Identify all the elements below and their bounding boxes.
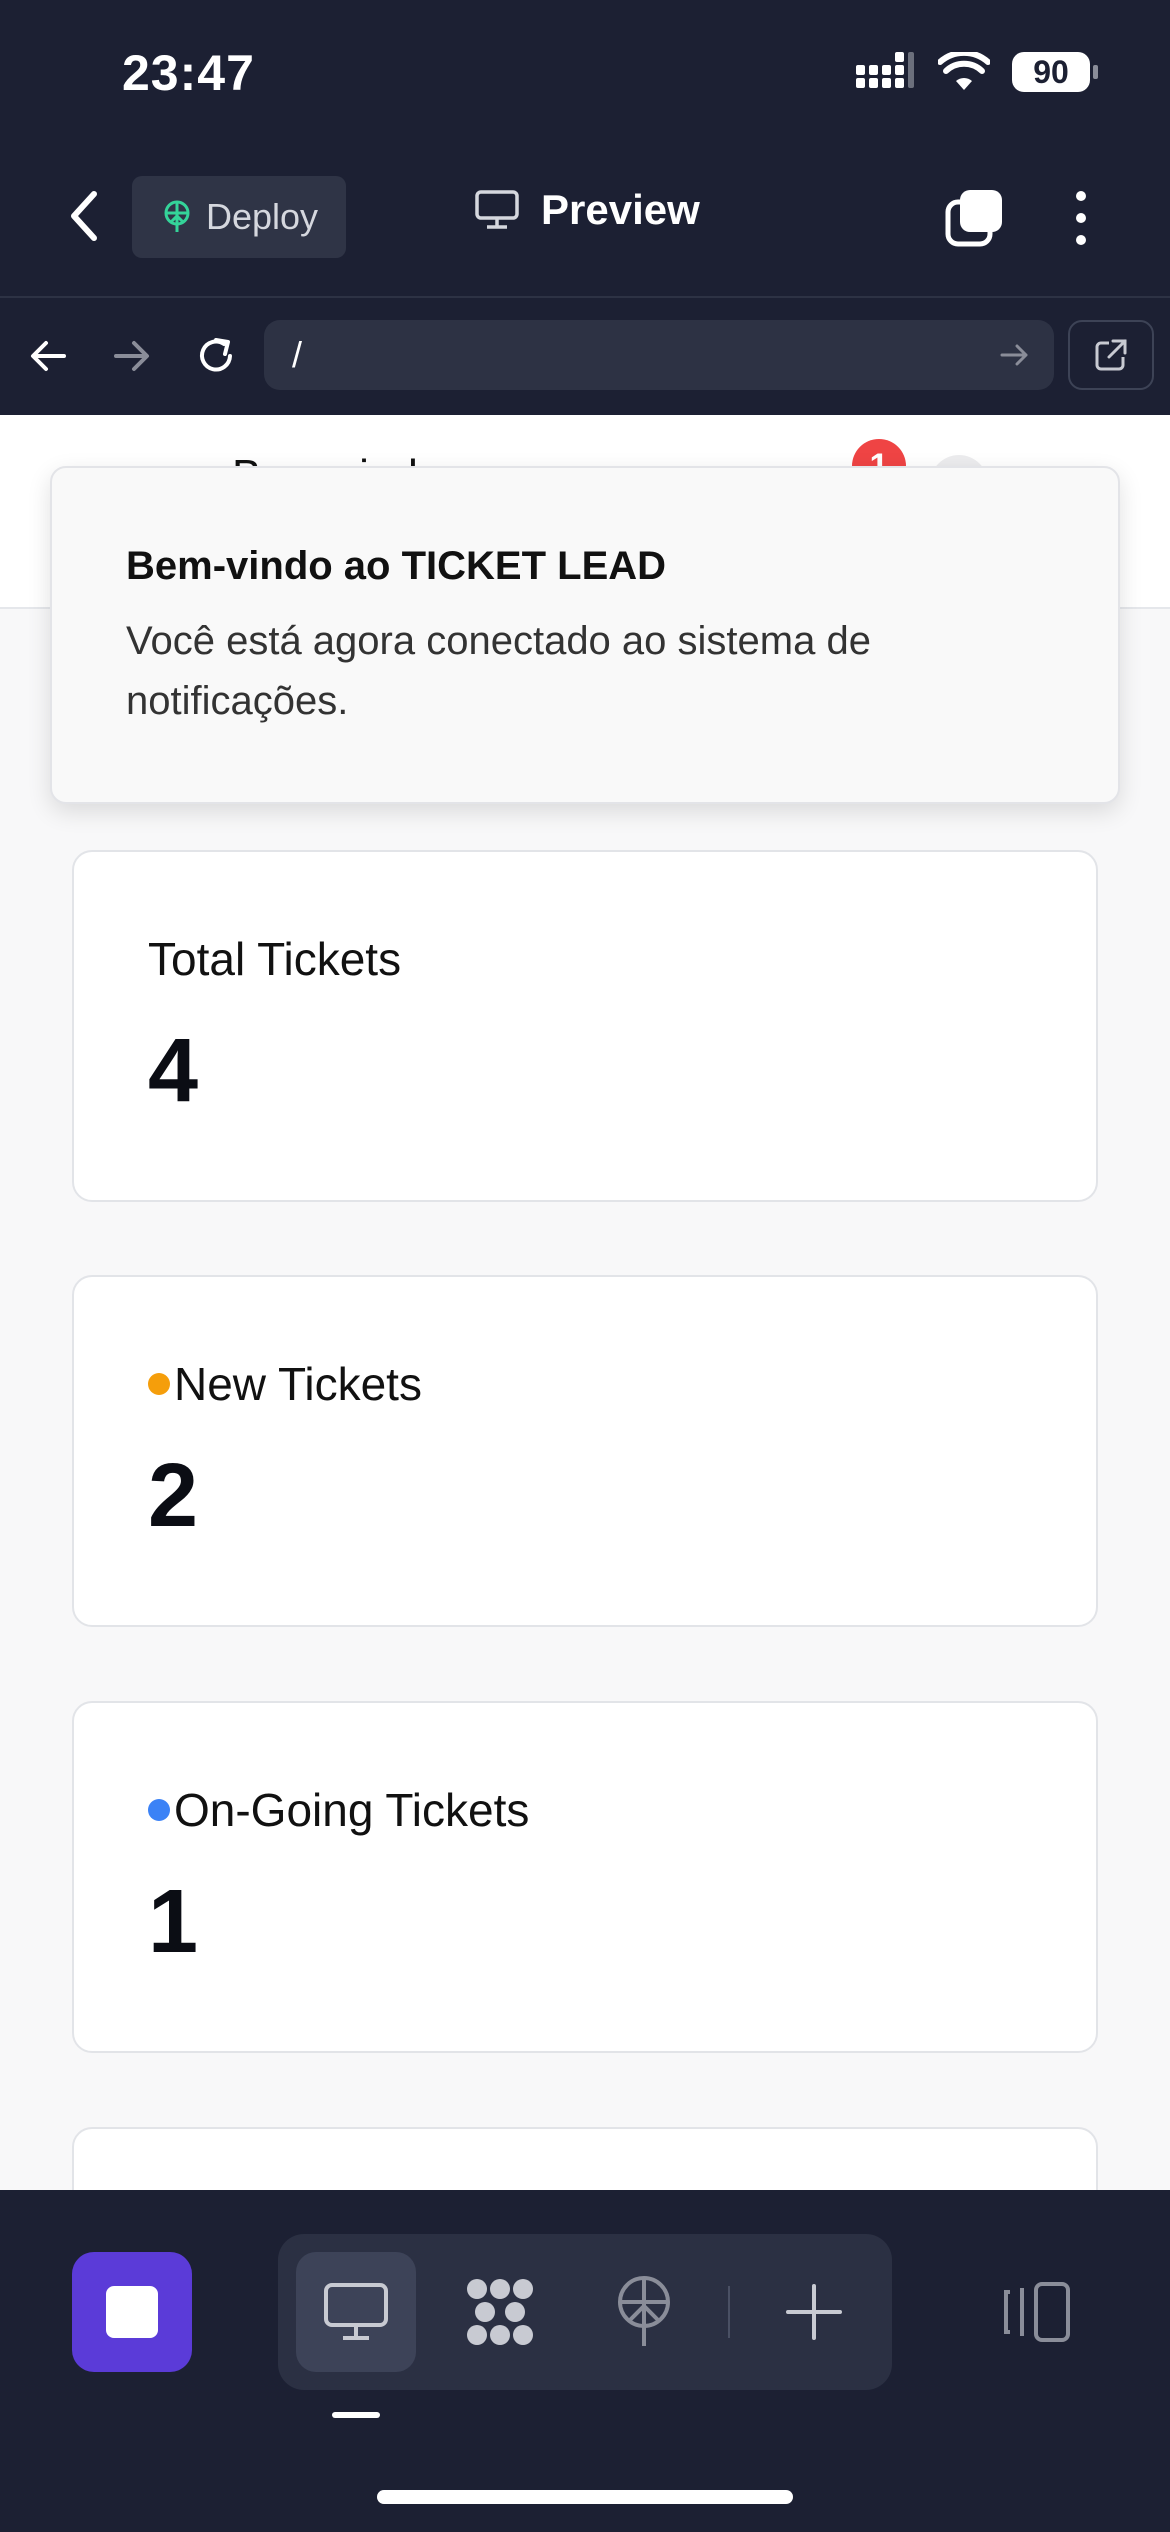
- open-external-button[interactable]: [1068, 320, 1154, 390]
- bottom-toolbar: [0, 2190, 1170, 2532]
- status-indicators: 90: [856, 52, 1098, 92]
- stop-icon: [106, 2286, 158, 2338]
- status-dot-icon: [148, 1373, 170, 1395]
- stat-card-value: 2: [148, 1446, 199, 1546]
- toast-body: Você está agora conectado ao sistema de …: [126, 619, 871, 723]
- signal-icon: [856, 52, 914, 88]
- preview-view-button[interactable]: [296, 2252, 416, 2372]
- monitor-icon: [324, 2283, 388, 2340]
- url-text: /: [292, 334, 303, 375]
- add-tool-button[interactable]: [754, 2252, 874, 2372]
- deploy-label: Deploy: [206, 196, 319, 237]
- external-link-icon: [1095, 339, 1127, 371]
- stat-card-label: Total Tickets: [148, 933, 402, 985]
- tabs-icon[interactable]: [944, 188, 1004, 248]
- stat-card-value: 1: [148, 1872, 199, 1972]
- toast-title: Bem-vindo ao TICKET LEAD: [126, 544, 667, 588]
- wifi-icon: [938, 52, 990, 90]
- nodes-icon: [467, 2279, 533, 2345]
- stat-card-ongoing: On-Going Tickets 1: [72, 1701, 1098, 2053]
- preview-label: Preview: [541, 186, 700, 233]
- stat-card-new: New Tickets 2: [72, 1275, 1098, 1627]
- stat-card-partial: [72, 2127, 1098, 2190]
- stop-button[interactable]: [72, 2252, 192, 2372]
- battery-indicator: 90: [1012, 52, 1098, 92]
- view-switcher: [278, 2234, 892, 2390]
- stat-card-label: On-Going Tickets: [148, 1783, 529, 1837]
- welcome-toast[interactable]: Bem-vindo ao TICKET LEAD Você está agora…: [50, 466, 1120, 804]
- status-dot-icon: [148, 1799, 170, 1821]
- url-input[interactable]: /: [264, 320, 1054, 390]
- status-time: 23:47: [122, 45, 255, 101]
- deploy-icon: [164, 200, 190, 232]
- monitor-icon: [475, 190, 519, 229]
- deploy-button[interactable]: Deploy: [132, 176, 346, 258]
- top-chrome: 23:47 90 Deploy Preview /: [0, 0, 1170, 415]
- reload-icon[interactable]: [192, 332, 240, 380]
- deploy-view-button[interactable]: [584, 2252, 704, 2372]
- deploy-icon: [618, 2276, 670, 2346]
- stat-card-total: Total Tickets 4: [72, 850, 1098, 1202]
- back-chevron-icon[interactable]: [60, 186, 110, 246]
- plus-icon: [786, 2284, 842, 2340]
- toolbar-divider: [728, 2286, 730, 2338]
- active-view-indicator: [332, 2412, 380, 2418]
- home-indicator[interactable]: [377, 2490, 793, 2504]
- stat-card-value: 4: [148, 1021, 199, 1121]
- panel-toggle-icon[interactable]: [1000, 2280, 1072, 2344]
- preview-title: Preview: [475, 186, 700, 234]
- workflow-view-button[interactable]: [440, 2252, 560, 2372]
- go-arrow-icon[interactable]: [998, 338, 1032, 372]
- more-vertical-icon[interactable]: [1066, 188, 1096, 248]
- nav-forward-arrow-icon[interactable]: [108, 332, 156, 380]
- nav-back-arrow-icon[interactable]: [24, 332, 72, 380]
- stat-card-label: New Tickets: [148, 1357, 422, 1411]
